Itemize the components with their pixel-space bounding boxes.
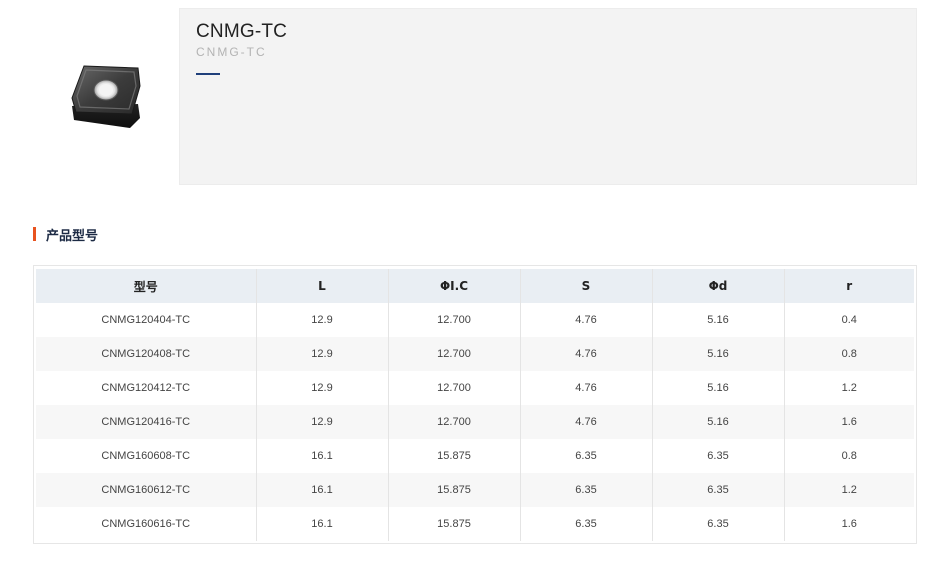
cell-model: CNMG160612-TC xyxy=(36,473,257,507)
section-marker xyxy=(33,227,36,241)
column-header-model: 型号 xyxy=(36,269,257,303)
cell-s: 6.35 xyxy=(520,473,653,507)
cell-ic: 12.700 xyxy=(388,405,521,439)
column-header-l: L xyxy=(256,269,389,303)
column-header-s: S xyxy=(520,269,653,303)
spec-table-container: 型号 L ΦI.C S Φd r CNMG120404-TC 12.9 12.7… xyxy=(33,265,917,544)
table-row: CNMG120416-TC 12.9 12.700 4.76 5.16 1.6 xyxy=(36,405,914,439)
product-info-panel: CNMG-TC CNMG-TC xyxy=(179,8,917,185)
cell-r: 1.6 xyxy=(784,405,914,439)
cell-l: 16.1 xyxy=(256,439,389,473)
cell-model: CNMG160616-TC xyxy=(36,507,257,541)
cell-ic: 15.875 xyxy=(388,473,521,507)
cell-model: CNMG160608-TC xyxy=(36,439,257,473)
table-row: CNMG160612-TC 16.1 15.875 6.35 6.35 1.2 xyxy=(36,473,914,507)
cell-d: 6.35 xyxy=(652,439,785,473)
table-row: CNMG160608-TC 16.1 15.875 6.35 6.35 0.8 xyxy=(36,439,914,473)
table-row: CNMG120412-TC 12.9 12.700 4.76 5.16 1.2 xyxy=(36,371,914,405)
cell-r: 0.8 xyxy=(784,337,914,371)
cell-l: 12.9 xyxy=(256,337,389,371)
cell-ic: 15.875 xyxy=(388,507,521,541)
cell-model: CNMG120404-TC xyxy=(36,303,257,337)
cell-s: 4.76 xyxy=(520,337,653,371)
cell-r: 1.2 xyxy=(784,371,914,405)
cell-r: 1.6 xyxy=(784,507,914,541)
cell-model: CNMG120416-TC xyxy=(36,405,257,439)
cell-s: 4.76 xyxy=(520,303,653,337)
cell-model: CNMG120408-TC xyxy=(36,337,257,371)
cell-l: 16.1 xyxy=(256,473,389,507)
cell-d: 5.16 xyxy=(652,405,785,439)
cell-l: 12.9 xyxy=(256,405,389,439)
table-header-row: 型号 L ΦI.C S Φd r xyxy=(36,269,914,303)
product-image xyxy=(60,56,152,136)
column-header-r: r xyxy=(784,269,914,303)
cell-d: 5.16 xyxy=(652,303,785,337)
cell-s: 4.76 xyxy=(520,371,653,405)
cell-ic: 12.700 xyxy=(388,371,521,405)
cell-model: CNMG120412-TC xyxy=(36,371,257,405)
cell-ic: 12.700 xyxy=(388,337,521,371)
cell-d: 6.35 xyxy=(652,473,785,507)
cell-ic: 15.875 xyxy=(388,439,521,473)
cell-ic: 12.700 xyxy=(388,303,521,337)
cell-r: 0.4 xyxy=(784,303,914,337)
product-title: CNMG-TC xyxy=(196,21,288,42)
cell-d: 5.16 xyxy=(652,371,785,405)
cell-l: 12.9 xyxy=(256,371,389,405)
product-subtitle: CNMG-TC xyxy=(196,45,267,59)
cell-d: 5.16 xyxy=(652,337,785,371)
table-row: CNMG120408-TC 12.9 12.700 4.76 5.16 0.8 xyxy=(36,337,914,371)
table-row: CNMG160616-TC 16.1 15.875 6.35 6.35 1.6 xyxy=(36,507,914,541)
cell-d: 6.35 xyxy=(652,507,785,541)
spec-table: 型号 L ΦI.C S Φd r CNMG120404-TC 12.9 12.7… xyxy=(36,269,914,541)
title-underline xyxy=(196,73,220,75)
table-row: CNMG120404-TC 12.9 12.700 4.76 5.16 0.4 xyxy=(36,303,914,337)
column-header-d: Φd xyxy=(652,269,785,303)
cell-r: 0.8 xyxy=(784,439,914,473)
cell-s: 4.76 xyxy=(520,405,653,439)
cell-l: 12.9 xyxy=(256,303,389,337)
column-header-ic: ΦI.C xyxy=(388,269,521,303)
cell-r: 1.2 xyxy=(784,473,914,507)
cell-s: 6.35 xyxy=(520,439,653,473)
cell-s: 6.35 xyxy=(520,507,653,541)
insert-icon xyxy=(71,65,141,128)
section-heading: 产品型号 xyxy=(33,226,99,244)
cell-l: 16.1 xyxy=(256,507,389,541)
section-title: 产品型号 xyxy=(46,228,99,244)
